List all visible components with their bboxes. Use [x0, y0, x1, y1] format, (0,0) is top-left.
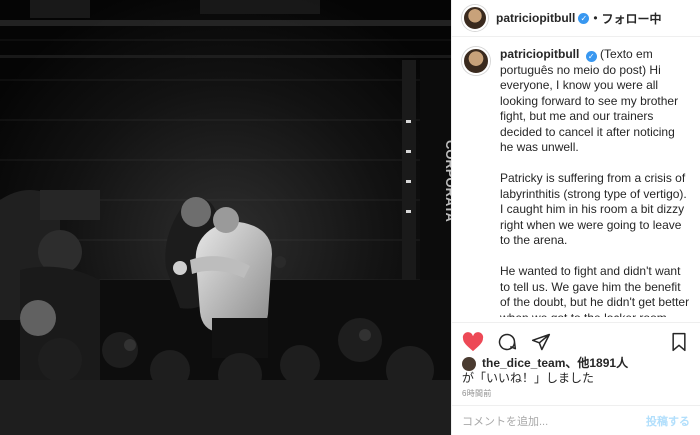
- comment-input[interactable]: コメントを追加...: [462, 413, 548, 429]
- share-icon[interactable]: [530, 331, 552, 353]
- author-avatar[interactable]: [462, 5, 488, 31]
- author-username[interactable]: patriciopitbull: [496, 11, 575, 25]
- like-heart-icon[interactable]: [462, 331, 484, 353]
- caption-author-avatar[interactable]: [462, 47, 490, 75]
- liker-avatar[interactable]: [462, 356, 476, 371]
- fight-photo-image: CORPORATA: [0, 0, 451, 435]
- liker-username[interactable]: the_dice_team: [482, 356, 565, 371]
- comment-icon[interactable]: [496, 331, 518, 353]
- post-photo[interactable]: CORPORATA: [0, 0, 451, 435]
- likes-summary: the_dice_team 、他1891人 が「いいね！」しました: [462, 356, 690, 386]
- post-timestamp[interactable]: 6時間前: [462, 388, 492, 399]
- likes-suffix: が「いいね！」しました: [462, 371, 595, 385]
- likes-count[interactable]: 、他1891人: [565, 356, 628, 371]
- post-side-panel: patriciopitbull ✓ • フォロー中 patriciopitbul…: [451, 0, 700, 435]
- post-comment-button[interactable]: 投稿する: [646, 413, 690, 429]
- following-button[interactable]: フォロー中: [602, 10, 662, 27]
- action-bar: [452, 322, 700, 354]
- banner-text: CORPORATA: [443, 140, 451, 222]
- separator-dot: •: [593, 11, 598, 25]
- caption-paragraph: Patricky is suffering from a crisis of l…: [500, 171, 687, 247]
- comment-bar: コメントを追加... 投稿する: [452, 405, 700, 435]
- caption-paragraph: He wanted to fight and didn't want to te…: [500, 264, 690, 317]
- caption-block: patriciopitbull ✓ (Texto em português no…: [452, 37, 700, 317]
- caption-text: patriciopitbull ✓ (Texto em português no…: [500, 47, 690, 317]
- post-header: patriciopitbull ✓ • フォロー中: [452, 0, 700, 37]
- verified-badge-icon: ✓: [578, 12, 590, 24]
- caption-paragraph: patriciopitbull ✓ (Texto em português no…: [500, 47, 679, 154]
- caption-username[interactable]: patriciopitbull: [500, 47, 579, 61]
- bookmark-icon[interactable]: [668, 331, 690, 353]
- verified-badge-icon: ✓: [585, 51, 597, 63]
